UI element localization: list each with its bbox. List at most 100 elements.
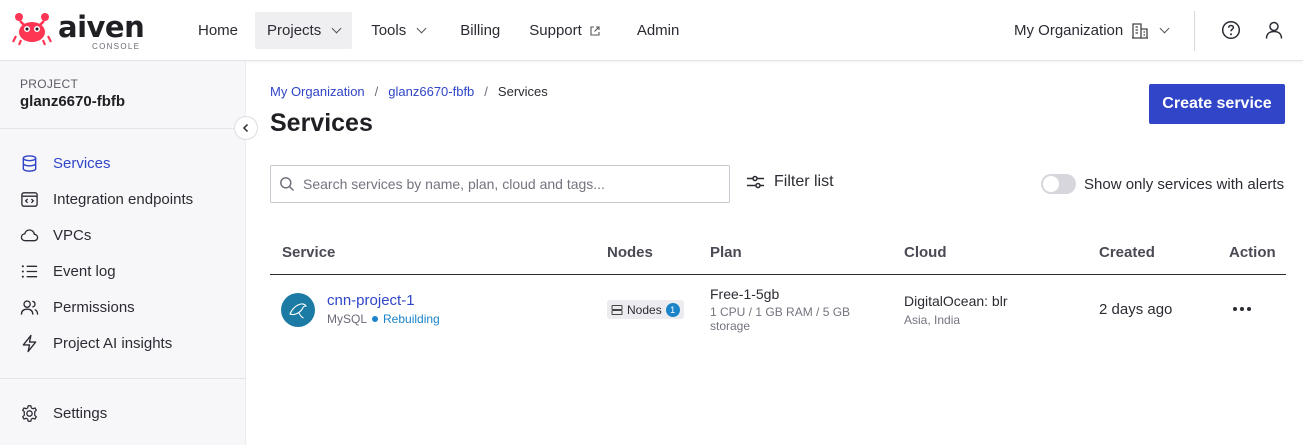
status-dot <box>372 316 379 322</box>
breadcrumb-separator: / <box>374 84 379 99</box>
main-nav: Home Projects Tools Billing Support Admi… <box>186 12 696 49</box>
column-header-plan[interactable]: Plan <box>710 244 742 261</box>
nav-billing-label: Billing <box>460 22 501 39</box>
nav-admin-label: Admin <box>636 22 680 39</box>
filter-sliders-icon <box>747 175 764 189</box>
code-window-icon <box>21 191 38 207</box>
sidebar-item-label: Settings <box>53 404 108 422</box>
aiven-logo[interactable]: aiven CONSOLE <box>12 10 147 52</box>
filter-list-label: Filter list <box>774 173 834 190</box>
column-header-service[interactable]: Service <box>282 244 335 261</box>
sidebar-item-permissions[interactable]: Permissions <box>20 295 135 319</box>
sidebar-divider <box>0 128 246 129</box>
organization-selector[interactable]: My Organization <box>1014 12 1170 49</box>
chevron-left-icon <box>242 123 249 133</box>
nav-projects[interactable]: Projects <box>255 12 353 49</box>
sidebar-item-integration-endpoints[interactable]: Integration endpoints <box>20 187 193 211</box>
sidebar-item-label: Project AI insights <box>53 334 173 352</box>
chevron-down-icon <box>416 23 427 34</box>
nav-tools-label: Tools <box>371 22 407 39</box>
plan-spec: 1 CPU / 1 GB RAM / 5 GB storage <box>710 305 851 333</box>
breadcrumb-current: Services <box>497 84 548 99</box>
filter-list-button[interactable]: Filter list <box>746 173 834 191</box>
dot-icon <box>1240 307 1244 311</box>
search-icon <box>280 177 294 191</box>
nav-support[interactable]: Support <box>517 12 612 49</box>
external-link-icon <box>590 25 600 36</box>
lightning-icon <box>22 334 37 352</box>
topbar-divider <box>1194 11 1195 51</box>
nav-home-label: Home <box>198 22 239 39</box>
sidebar-item-label: Event log <box>53 262 116 280</box>
column-header-nodes[interactable]: Nodes <box>607 244 653 261</box>
search-input[interactable] <box>303 176 723 192</box>
building-icon <box>1132 22 1149 39</box>
sidebar-item-project-ai-insights[interactable]: Project AI insights <box>20 331 172 355</box>
cloud-provider: DigitalOcean: blr <box>904 293 1008 309</box>
sidebar-item-label: Services <box>53 154 111 172</box>
users-icon <box>20 299 39 315</box>
table-header: Service Nodes Plan Cloud Created Action <box>270 231 1286 275</box>
service-status: Rebuilding <box>383 312 440 326</box>
sidebar-divider <box>0 378 246 379</box>
breadcrumb-project[interactable]: glanz6670-fbfb <box>388 84 474 99</box>
nav-support-label: Support <box>529 22 582 39</box>
dot-icon <box>1233 307 1237 311</box>
page-title: Services <box>270 109 373 137</box>
top-navigation: aiven CONSOLE Home Projects Tools Billin… <box>0 0 1303 61</box>
nodes-count: 1 <box>665 302 680 317</box>
collapse-sidebar-button[interactable] <box>234 116 258 140</box>
service-type: MySQL <box>327 312 368 326</box>
sidebar-item-settings[interactable]: Settings <box>20 401 107 425</box>
more-actions-button[interactable] <box>1228 301 1256 317</box>
crab-logo-icon <box>12 13 52 46</box>
mysql-dolphin-icon <box>281 293 315 327</box>
nodes-label: Nodes <box>627 302 662 317</box>
alerts-only-label: Show only services with alerts <box>1084 175 1285 193</box>
nav-home[interactable]: Home <box>186 12 250 49</box>
user-icon[interactable] <box>1264 20 1284 40</box>
toggle-knob <box>1043 176 1059 192</box>
sidebar-item-label: Integration endpoints <box>53 190 194 208</box>
chevron-down-icon <box>331 23 342 34</box>
database-icon <box>22 154 37 172</box>
cloud-icon <box>20 228 39 241</box>
sidebar: PROJECT glanz6670-fbfb Services Integrat… <box>0 61 246 445</box>
chevron-down-icon <box>1159 23 1170 34</box>
plan-name: Free-1-5gb <box>710 286 780 302</box>
cloud-region: Asia, India <box>904 313 961 327</box>
sidebar-item-vpcs[interactable]: VPCs <box>20 223 91 247</box>
alerts-only-toggle-wrapper: Show only services with alerts <box>1041 174 1284 194</box>
logo-subtitle: CONSOLE <box>92 42 141 51</box>
column-header-created[interactable]: Created <box>1099 244 1155 261</box>
organization-label: My Organization <box>1014 22 1124 39</box>
project-name[interactable]: glanz6670-fbfb <box>20 93 125 110</box>
search-box[interactable] <box>270 165 730 203</box>
service-name-link[interactable]: cnn-project-1 <box>327 292 415 309</box>
sidebar-item-event-log[interactable]: Event log <box>20 259 116 283</box>
main-content: My Organization / glanz6670-fbfb / Servi… <box>246 61 1303 445</box>
nodes-badge[interactable]: Nodes 1 <box>607 300 684 319</box>
alerts-only-toggle[interactable] <box>1041 174 1076 194</box>
list-icon <box>21 264 38 278</box>
nav-tools[interactable]: Tools <box>359 12 437 49</box>
nav-admin[interactable]: Admin <box>625 12 692 49</box>
server-icon <box>611 304 623 315</box>
create-service-button[interactable]: Create service <box>1149 84 1285 124</box>
column-header-cloud[interactable]: Cloud <box>904 244 947 261</box>
help-icon[interactable] <box>1221 20 1241 40</box>
sidebar-item-label: Permissions <box>53 298 135 316</box>
nav-billing[interactable]: Billing <box>448 12 512 49</box>
breadcrumb-separator: / <box>484 84 488 99</box>
project-caption: PROJECT <box>20 77 79 91</box>
breadcrumb: My Organization / glanz6670-fbfb / Servi… <box>270 84 548 99</box>
gear-icon <box>22 404 37 422</box>
dot-icon <box>1247 307 1251 311</box>
sidebar-item-label: VPCs <box>53 226 92 244</box>
breadcrumb-organization[interactable]: My Organization <box>270 84 365 99</box>
sidebar-item-services[interactable]: Services <box>20 151 111 175</box>
column-header-action: Action <box>1229 244 1276 261</box>
nav-projects-label: Projects <box>267 22 322 39</box>
service-meta: MySQL Rebuilding <box>327 312 440 326</box>
table-row[interactable]: cnn-project-1 MySQL Rebuilding Nodes 1 F… <box>270 276 1286 342</box>
